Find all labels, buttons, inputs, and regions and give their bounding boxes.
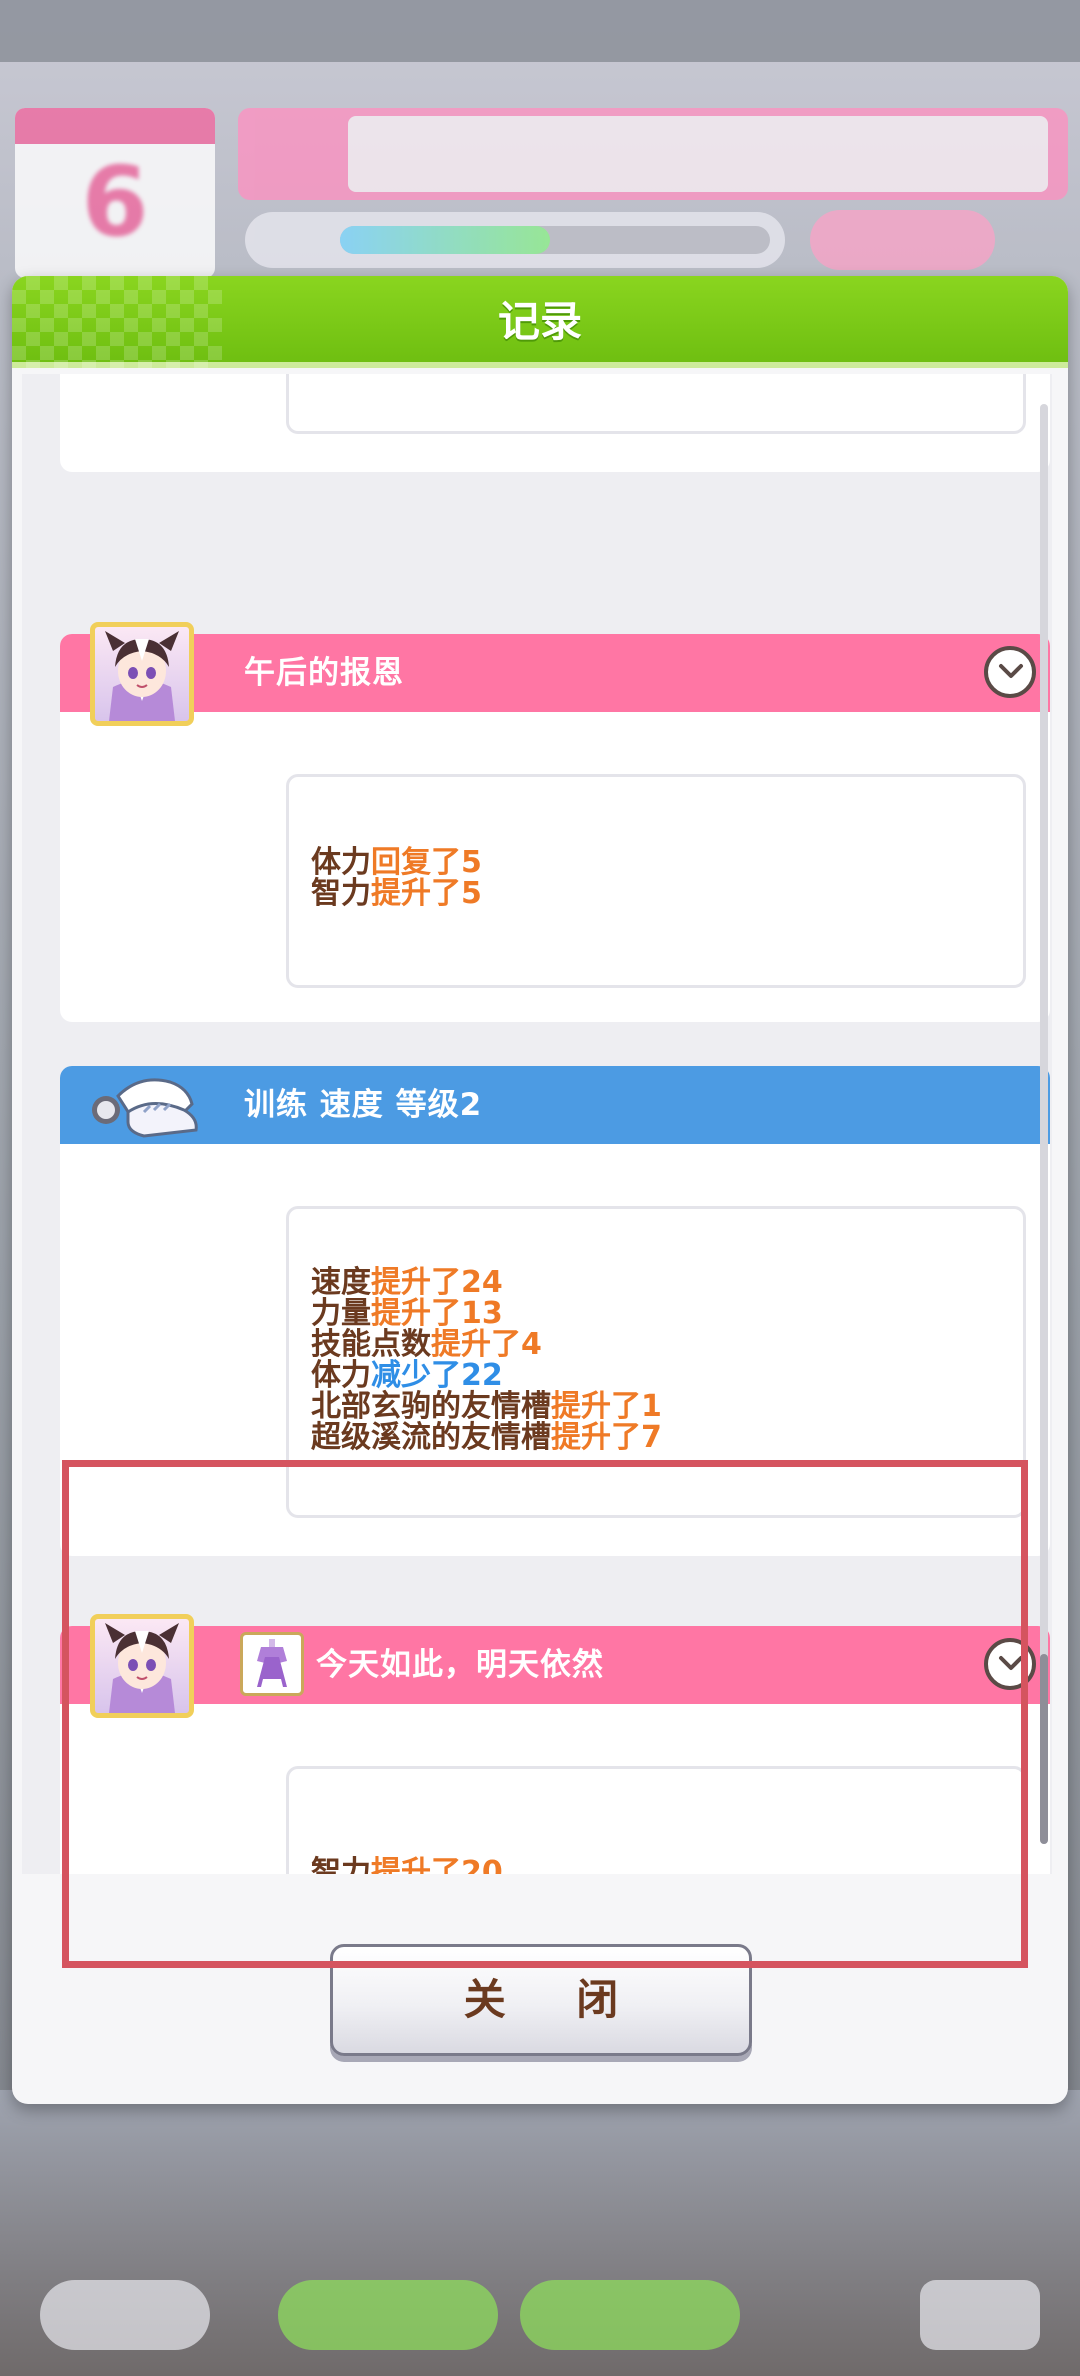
event-title: 训练 速度 等级2 <box>244 1087 483 1123</box>
event-band[interactable]: 午后的报恩 <box>60 634 1050 712</box>
scrollbar-thumb[interactable] <box>1040 1654 1048 1844</box>
chevron-down-icon[interactable] <box>984 646 1036 698</box>
effect-line: 速度提升了24 <box>311 1265 503 1300</box>
effect-line: 北部玄驹的友情槽提升了1 <box>311 1389 662 1424</box>
bg-bottom-area <box>0 2090 1080 2376</box>
effect-list: 体力回复了5 智力提升了5 <box>311 847 482 909</box>
outfit-icon <box>240 1632 304 1696</box>
scrollbar[interactable] <box>1040 404 1048 1844</box>
modal-header: 记录 <box>12 276 1068 368</box>
bg-energy-bar <box>245 212 785 268</box>
shoes-stopwatch-icon <box>88 1066 208 1144</box>
effect-card: 速度提升了24 力量提升了13 技能点数提升了4 体力减少了22 北部玄驹的友情… <box>286 1206 1026 1518</box>
record-entry: 今天如此，明天依然 智力提升了20 <box>60 1614 1050 1874</box>
bg-top-strip <box>0 0 1080 62</box>
record-entry-previous <box>60 374 1050 472</box>
event-title: 今天如此，明天依然 <box>316 1647 604 1683</box>
chevron-down-icon[interactable] <box>984 1638 1036 1690</box>
record-modal: 记录 午后的报恩 体力回复了5 智力提升了5 训练 速度 等级2 速度提升了24… <box>12 276 1068 2104</box>
effect-line: 力量提升了13 <box>311 1296 503 1331</box>
bg-date-card: 6 <box>15 108 215 278</box>
effect-card: 智力提升了20 <box>286 1766 1026 1874</box>
record-entry: 午后的报恩 体力回复了5 智力提升了5 <box>60 622 1050 1022</box>
bg-goal-panel <box>238 108 1068 200</box>
effect-card: 体力回复了5 智力提升了5 <box>286 774 1026 988</box>
effect-list: 智力提升了20 <box>311 1857 503 1874</box>
effect-line: 技能点数提升了4 <box>311 1327 542 1362</box>
record-entry: 训练 速度 等级2 速度提升了24 力量提升了13 技能点数提升了4 体力减少了… <box>60 1066 1050 1556</box>
effect-line: 智力提升了20 <box>311 1855 503 1874</box>
character-portrait <box>90 1614 194 1718</box>
effect-line: 体力回复了5 <box>311 845 482 880</box>
effect-list: 速度提升了24 力量提升了13 技能点数提升了4 体力减少了22 北部玄驹的友情… <box>311 1267 662 1453</box>
effect-line: 超级溪流的友情槽提升了7 <box>311 1420 662 1455</box>
modal-title: 记录 <box>497 297 582 346</box>
event-title: 午后的报恩 <box>244 655 404 691</box>
event-band[interactable]: 今天如此，明天依然 <box>60 1626 1050 1704</box>
effect-line: 智力提升了5 <box>311 876 482 911</box>
effect-card <box>286 374 1026 434</box>
effect-line: 体力减少了22 <box>311 1358 503 1393</box>
event-band: 训练 速度 等级2 <box>60 1066 1050 1144</box>
bg-pink-button <box>810 210 995 270</box>
character-portrait <box>90 622 194 726</box>
close-button[interactable]: 关 闭 <box>330 1944 752 2056</box>
record-list[interactable]: 午后的报恩 体力回复了5 智力提升了5 训练 速度 等级2 速度提升了24 力量… <box>22 374 1052 1874</box>
